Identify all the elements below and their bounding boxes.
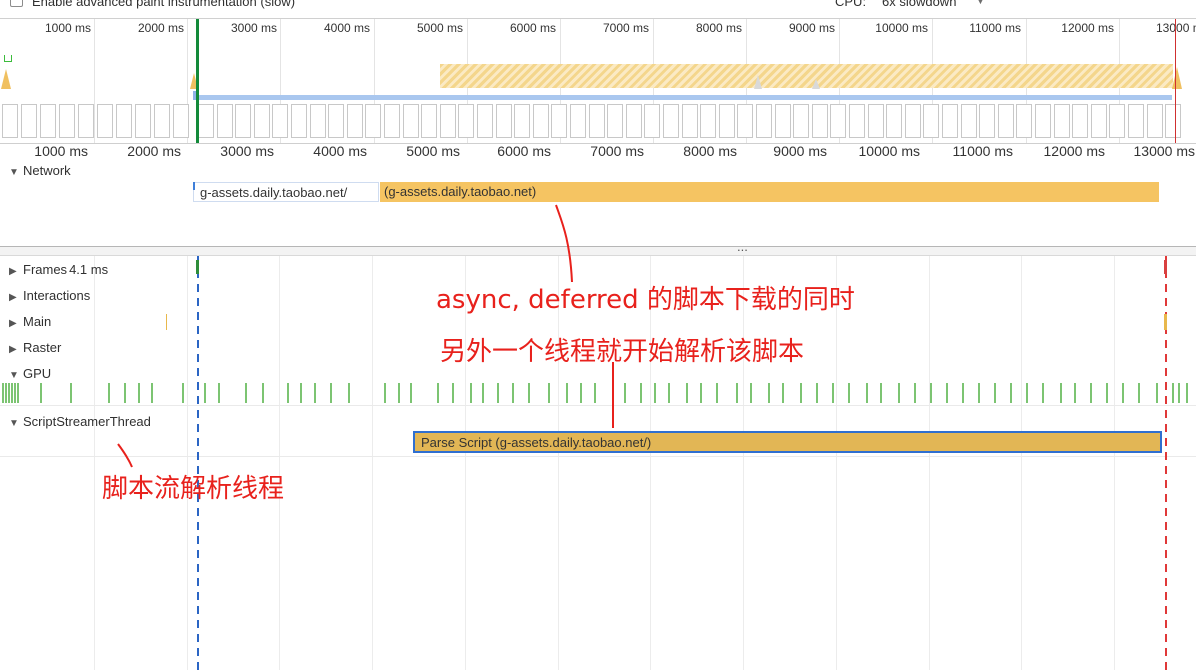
annotation-arrow-stroke — [555, 204, 573, 283]
annotation-text: async, deferred 的脚本下载的同时 — [436, 285, 855, 315]
annotation-arrow-stroke — [117, 443, 133, 468]
annotation-text: 脚本流解析线程 — [102, 474, 285, 504]
annotation-text: 另外一个线程就开始解析该脚本 — [440, 337, 805, 367]
